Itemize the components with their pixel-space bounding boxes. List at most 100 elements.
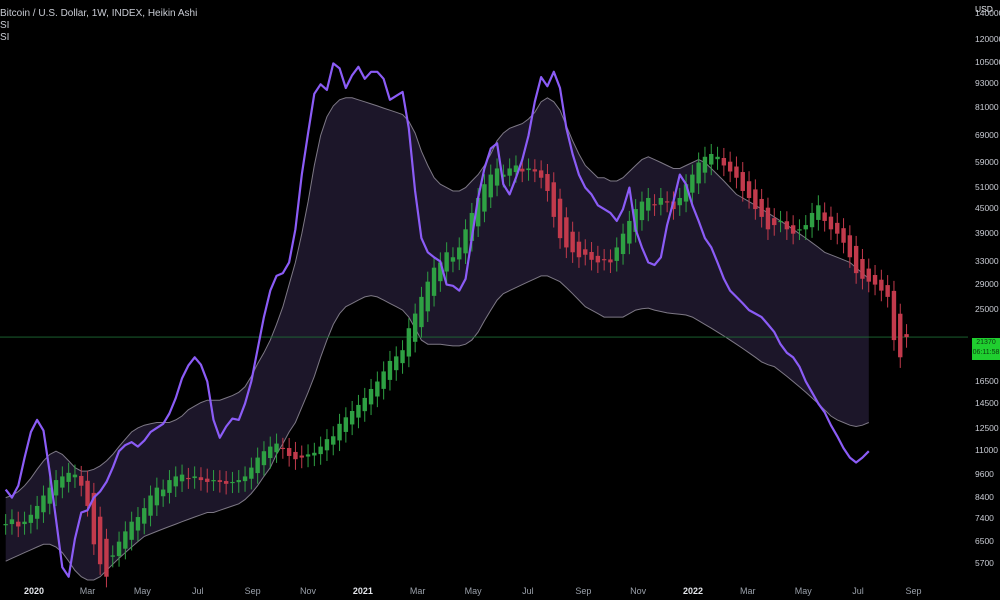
candle-body	[601, 259, 607, 261]
candle-body	[85, 480, 90, 506]
candle-body	[608, 259, 613, 263]
candle-body	[828, 216, 834, 230]
candle-body	[230, 481, 235, 484]
candle	[299, 445, 304, 469]
candle-body	[286, 447, 292, 456]
candle-body	[53, 480, 59, 496]
candle	[891, 280, 897, 351]
candle-body	[186, 477, 191, 480]
candle-body	[557, 198, 563, 239]
candle-body	[148, 495, 153, 516]
candle-body	[879, 279, 884, 291]
candle	[816, 195, 821, 231]
candle-body	[589, 252, 594, 260]
candle-body	[658, 197, 664, 205]
candle-body	[217, 480, 223, 482]
candle-body	[72, 474, 78, 478]
candle-body	[400, 350, 405, 364]
candle-body	[375, 381, 380, 397]
candle-body	[904, 334, 909, 338]
candle-body	[746, 181, 752, 198]
last-price-tag: 21370 06:11:58	[972, 338, 1000, 360]
price-tick-label: 8400	[975, 491, 994, 502]
candle-body	[249, 467, 254, 479]
candle-body	[841, 228, 846, 243]
legend-indicator-2: SI	[0, 32, 10, 43]
band-fill	[5, 97, 869, 581]
candle	[349, 400, 355, 436]
candle	[809, 202, 815, 238]
candle-body	[866, 268, 871, 282]
candle	[822, 202, 827, 232]
candle-body	[104, 538, 109, 577]
candle-body	[368, 388, 374, 405]
candle	[879, 269, 884, 302]
time-tick-label: Sep	[905, 586, 922, 596]
candle-body	[343, 417, 349, 432]
candle-body	[116, 541, 122, 557]
price-tick-label: 59000	[975, 156, 999, 167]
candle-body	[797, 229, 802, 231]
candle-body	[482, 184, 487, 212]
candle-body	[22, 521, 27, 525]
candle-body	[520, 168, 525, 172]
candle-body	[891, 290, 897, 341]
candle-body	[312, 452, 317, 456]
candle	[387, 350, 393, 391]
candle-body	[765, 207, 771, 230]
candle	[91, 482, 97, 555]
time-tick-label: 2020	[23, 586, 45, 596]
candle-body	[274, 443, 279, 453]
candle-body	[255, 457, 260, 474]
price-chart[interactable]	[0, 0, 1000, 600]
countdown-timer: 06:11:58	[972, 349, 1000, 356]
candle-body	[872, 275, 878, 285]
candle	[331, 426, 336, 456]
candle-body	[192, 476, 197, 479]
price-tick-label: 105000	[975, 57, 1000, 68]
candle-body	[211, 480, 216, 482]
candle	[734, 156, 739, 189]
candle	[381, 361, 386, 400]
candle-body	[362, 397, 367, 412]
time-tick-label: 2022	[682, 586, 703, 596]
chart-legend: Bitcoin / U.S. Dollar, 1W, INDEX, Heikin…	[0, 8, 197, 44]
candle-body	[79, 475, 84, 486]
candle	[356, 394, 361, 429]
candle	[324, 429, 330, 461]
time-tick-label: Nov	[300, 586, 317, 596]
candle-body	[778, 220, 783, 223]
candle	[400, 340, 405, 374]
candle-body	[835, 222, 840, 234]
candle-body	[727, 161, 733, 172]
candle-body	[66, 472, 71, 482]
candle-body	[9, 519, 15, 525]
candle-body	[803, 225, 808, 230]
candle-body	[816, 205, 821, 220]
candle-body	[740, 172, 745, 191]
candle-body	[570, 231, 575, 253]
time-tick-label: Jul	[522, 586, 534, 596]
candle-body	[734, 166, 739, 178]
candle-body	[28, 514, 34, 523]
candle-body	[753, 189, 758, 210]
candle-body	[639, 201, 645, 221]
candle-body	[702, 156, 708, 173]
candle-body	[205, 478, 210, 482]
last-price-value: 21370	[976, 339, 996, 346]
candle-body	[690, 174, 695, 193]
price-tick-label: 11000	[975, 445, 999, 456]
price-tick-label: 25000	[975, 304, 999, 315]
candle-body	[444, 252, 449, 272]
candle-body	[123, 531, 128, 549]
candle-body	[583, 249, 588, 255]
candle	[368, 378, 374, 416]
candle-body	[538, 170, 544, 178]
candle-body	[898, 313, 903, 358]
candle	[740, 162, 745, 202]
price-tick-label: 29000	[975, 278, 999, 289]
candle-body	[299, 455, 304, 458]
candle-body	[677, 197, 682, 206]
candle-body	[488, 174, 493, 198]
candle-body	[356, 404, 361, 418]
